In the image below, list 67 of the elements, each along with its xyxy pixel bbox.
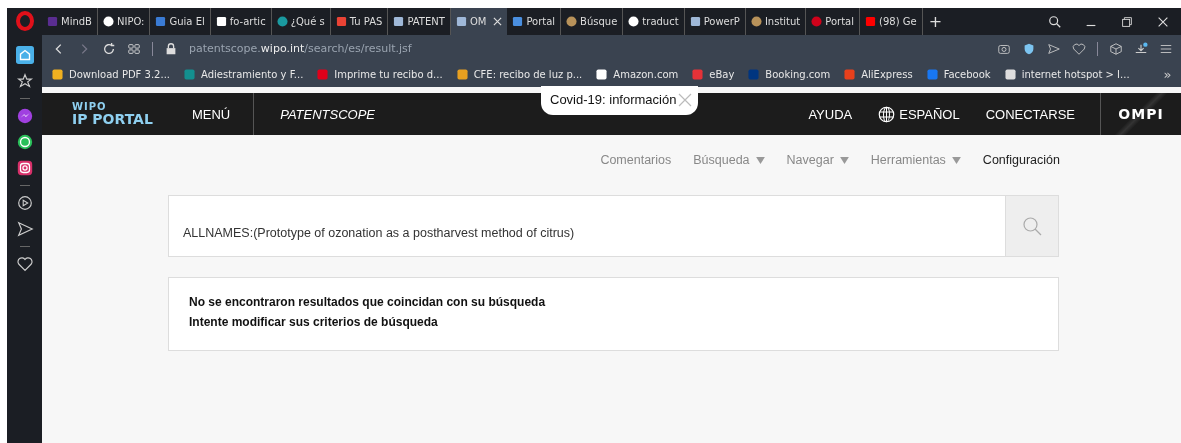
- tab-favicon-icon: [689, 16, 701, 27]
- bookmark[interactable]: Facebook: [926, 69, 991, 80]
- bookmark[interactable]: AliExpress: [844, 69, 913, 80]
- search-icon: [1022, 216, 1042, 236]
- nav-link[interactable]: Búsqueda: [693, 153, 765, 167]
- header-link[interactable]: AYUDA: [795, 106, 866, 122]
- address-field[interactable]: patentscope.wipo.int/search/es/result.jsf: [189, 42, 412, 55]
- whatsapp-icon[interactable]: [15, 133, 34, 151]
- player-icon[interactable]: [15, 194, 34, 212]
- menu-button[interactable]: MENÚ: [178, 106, 244, 122]
- dropdown-caret-icon: [839, 156, 849, 164]
- new-tab-button[interactable]: +: [922, 12, 949, 31]
- covid-notice-text[interactable]: Covid-19: información: [550, 92, 677, 107]
- tab-favicon-icon: [47, 16, 58, 27]
- tab-favicon-icon: [276, 16, 288, 27]
- bookmark[interactable]: eBay: [692, 69, 735, 80]
- grid-icon[interactable]: [127, 41, 141, 56]
- search-field[interactable]: ALLNAMES:(Prototype of ozonation as a postharvest method of citrus): [168, 195, 1005, 257]
- dropdown-caret-icon: [951, 156, 961, 164]
- tab-favicon-icon: [512, 16, 524, 27]
- bookmark[interactable]: Amazon.com: [596, 69, 679, 80]
- lock-icon: [164, 41, 178, 56]
- download-icon[interactable]: [1134, 41, 1148, 56]
- globe-icon: [878, 105, 896, 123]
- header-link[interactable]: CONECTARSE: [972, 106, 1088, 122]
- bookmark[interactable]: Booking.com: [748, 69, 831, 80]
- instagram-icon[interactable]: [15, 159, 34, 177]
- heart-icon[interactable]: [1072, 41, 1086, 56]
- restore-icon[interactable]: [1120, 14, 1134, 29]
- nav-link[interactable]: Configuración: [982, 153, 1060, 167]
- more-bookmarks-button[interactable]: »: [1157, 66, 1178, 83]
- header-link[interactable]: ESPAÑOL: [865, 105, 973, 123]
- tab-favicon-icon: [566, 16, 578, 27]
- tab-favicon-icon: [393, 16, 405, 27]
- tab-favicon-icon: [155, 16, 167, 27]
- tab-favicon-icon: [811, 16, 823, 27]
- covid-notice[interactable]: Covid-19: información: [541, 86, 699, 115]
- tab-favicon-icon: [335, 16, 347, 27]
- close-icon[interactable]: [493, 17, 503, 26]
- tab-favicon-icon: [865, 16, 876, 27]
- heart-icon[interactable]: [15, 255, 34, 273]
- bookmark[interactable]: Imprime tu recibo d...: [317, 69, 443, 80]
- cube-icon[interactable]: [1109, 41, 1123, 56]
- search-icon[interactable]: [1048, 14, 1062, 29]
- messenger-icon[interactable]: [15, 107, 34, 125]
- tab-favicon-icon: [455, 16, 467, 27]
- tab-favicon-icon: [102, 16, 114, 27]
- opera-logo-icon[interactable]: [14, 10, 35, 32]
- product-title[interactable]: PATENTSCOPE: [280, 106, 376, 122]
- bookmark[interactable]: CFE: recibo de luz p...: [456, 69, 583, 80]
- tab-favicon-icon: [215, 16, 227, 27]
- dropdown-caret-icon: [755, 156, 765, 164]
- star-icon[interactable]: [15, 72, 34, 90]
- send-icon[interactable]: [1047, 41, 1061, 56]
- home-icon[interactable]: [15, 46, 34, 64]
- bookmark[interactable]: internet hotspot > I...: [1004, 69, 1130, 80]
- wipo-logo[interactable]: WIPO IP PORTAL: [72, 102, 153, 126]
- browser-tab[interactable]: OM: [450, 8, 508, 35]
- shield-icon[interactable]: [1022, 41, 1036, 56]
- result-message: Intente modificar sus criterios de búsqueda: [189, 315, 439, 329]
- send-icon[interactable]: [15, 220, 34, 238]
- bookmark[interactable]: Adiestramiento y F...: [184, 69, 304, 80]
- tab-favicon-icon: [628, 16, 640, 27]
- reload-icon[interactable]: [102, 41, 116, 56]
- tab-favicon-icon: [750, 16, 762, 27]
- bookmark[interactable]: Download PDF 3.2...: [52, 69, 170, 80]
- result-message: No se encontraron resultados que coincidan con su búsqueda: [189, 295, 547, 309]
